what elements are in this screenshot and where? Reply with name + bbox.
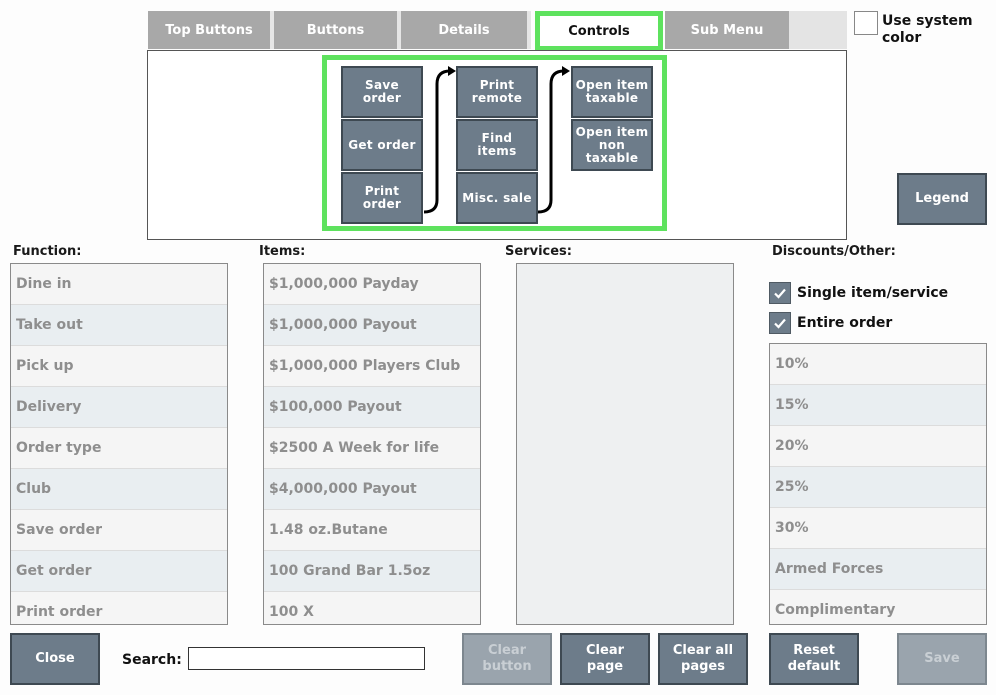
list-item[interactable]: Dine in	[11, 264, 227, 305]
clear-all-pages-button[interactable]: Clear all pages	[658, 633, 748, 685]
list-item[interactable]: $1,000,000 Payout	[264, 305, 480, 346]
list-item[interactable]: Order type	[11, 428, 227, 469]
services-list[interactable]	[516, 263, 734, 625]
list-item[interactable]: Armed Forces	[770, 549, 986, 590]
control-print-order-button[interactable]: Print order	[341, 172, 423, 224]
list-item[interactable]: Save order	[11, 510, 227, 551]
control-misc-sale-button[interactable]: Misc. sale	[456, 172, 538, 224]
discounts-label: Discounts/Other:	[772, 244, 896, 259]
list-item[interactable]: Delivery	[11, 387, 227, 428]
checkmark-icon	[774, 318, 786, 329]
save-button[interactable]: Save	[897, 633, 987, 685]
function-list[interactable]: Dine in Take out Pick up Delivery Order …	[10, 263, 228, 625]
list-item[interactable]: 100 X	[264, 592, 480, 624]
list-item[interactable]: Get order	[11, 551, 227, 592]
list-item[interactable]: 100 Grand Bar 1.5oz	[264, 551, 480, 592]
list-item[interactable]: $2500 A Week for life	[264, 428, 480, 469]
control-print-remote-button[interactable]: Print remote	[456, 66, 538, 118]
control-find-items-button[interactable]: Find items	[456, 119, 538, 171]
reset-default-button[interactable]: Reset default	[769, 633, 859, 685]
list-item[interactable]: 10%	[770, 344, 986, 385]
legend-button[interactable]: Legend	[897, 173, 987, 225]
list-item[interactable]: 1.48 oz.Butane	[264, 510, 480, 551]
clear-button-button[interactable]: Clear button	[462, 633, 552, 685]
close-button[interactable]: Close	[10, 633, 100, 685]
single-item-checkbox[interactable]	[769, 282, 791, 304]
list-item[interactable]: Print order	[11, 592, 227, 624]
checkmark-icon	[774, 288, 786, 299]
list-item[interactable]: $4,000,000 Payout	[264, 469, 480, 510]
list-item[interactable]: 15%	[770, 385, 986, 426]
single-item-label: Single item/service	[797, 285, 949, 301]
list-item[interactable]: Take out	[11, 305, 227, 346]
search-label: Search:	[122, 652, 182, 668]
clear-page-button[interactable]: Clear page	[560, 633, 650, 685]
list-item[interactable]: Club	[11, 469, 227, 510]
list-item[interactable]: Pick up	[11, 346, 227, 387]
list-item[interactable]: $1,000,000 Payday	[264, 264, 480, 305]
list-item[interactable]: 25%	[770, 467, 986, 508]
control-open-item-non-taxable-button[interactable]: Open item non taxable	[571, 119, 653, 171]
services-label: Services:	[505, 244, 572, 259]
entire-order-checkbox[interactable]	[769, 312, 791, 334]
control-open-item-taxable-button[interactable]: Open item taxable	[571, 66, 653, 118]
control-save-order-button[interactable]: Save order	[341, 66, 423, 118]
list-item[interactable]: $100,000 Payout	[264, 387, 480, 428]
list-item[interactable]: 20%	[770, 426, 986, 467]
entire-order-label: Entire order	[797, 315, 893, 331]
discounts-list[interactable]: 10% 15% 20% 25% 30% Armed Forces Complim…	[769, 343, 987, 625]
control-get-order-button[interactable]: Get order	[341, 119, 423, 171]
items-label: Items:	[259, 244, 306, 259]
list-item[interactable]: Complimentary	[770, 590, 986, 624]
list-item[interactable]: 30%	[770, 508, 986, 549]
list-item[interactable]: $1,000,000 Players Club	[264, 346, 480, 387]
search-input[interactable]	[188, 647, 425, 670]
items-list[interactable]: $1,000,000 Payday $1,000,000 Payout $1,0…	[263, 263, 481, 625]
function-label: Function:	[13, 244, 82, 259]
